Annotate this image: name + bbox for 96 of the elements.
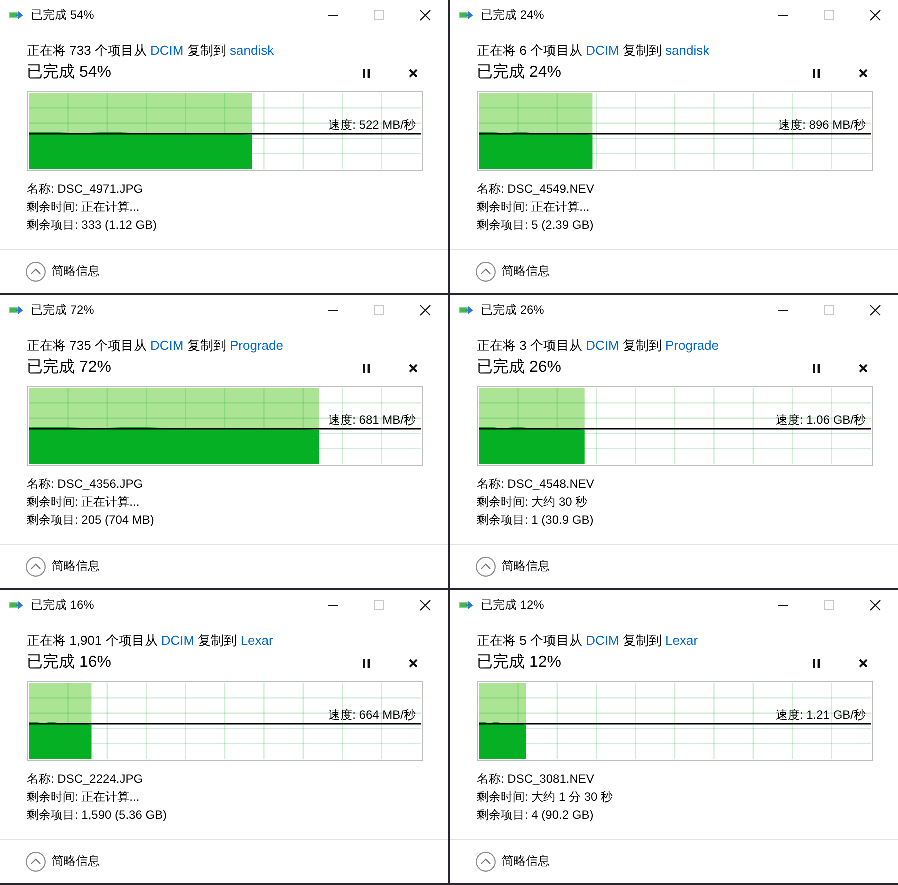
detail-text: 剩余项目: 5 (2.39 GB)	[477, 217, 595, 234]
detail-text: 剩余项目: 205 (704 MB)	[27, 512, 156, 529]
close-icon	[408, 364, 418, 372]
window-title: 已完成 24%	[481, 6, 544, 24]
file-transfer-icon	[459, 600, 473, 610]
detail-text: 剩余时间: 正在计算...	[477, 199, 591, 216]
copy-status-text: 正在将 6 个项目从 DCIM 复制到 sandisk	[477, 42, 711, 59]
close-icon	[420, 600, 430, 610]
fewer-details-button[interactable]: 简略信息	[476, 262, 550, 282]
progress-heading: 已完成 26%	[477, 358, 562, 378]
close-icon	[858, 68, 868, 78]
detail-text: 名称: DSC_4971.JPG	[27, 181, 144, 198]
speed-history-area	[479, 722, 526, 759]
speed-label: 速度: 1.21 GB/秒	[776, 708, 866, 722]
close-icon	[870, 600, 880, 610]
destination-folder-link[interactable]: Lexar	[240, 633, 274, 648]
detail-text: 剩余项目: 1,590 (5.36 GB)	[27, 807, 168, 824]
window-title: 已完成 12%	[481, 596, 544, 614]
maximize-icon	[374, 10, 384, 20]
minimize-icon	[778, 604, 788, 606]
close-icon	[870, 304, 880, 316]
detail-text: 剩余时间: 大约 30 秒	[477, 494, 589, 511]
fewer-details-button[interactable]: 简略信息	[26, 556, 100, 576]
detail-text: 名称: DSC_4549.NEV	[477, 181, 596, 198]
progress-heading: 已完成 54%	[27, 62, 112, 83]
pause-icon	[362, 658, 370, 668]
close-icon	[408, 658, 418, 668]
speed-label: 速度: 522 MB/秒	[328, 118, 416, 132]
close-icon	[408, 68, 418, 78]
detail-text: 剩余时间: 大约 1 分 30 秒	[477, 789, 614, 806]
detail-text: 剩余项目: 1 (30.9 GB)	[477, 512, 595, 529]
source-folder-link[interactable]: DCIM	[150, 338, 184, 353]
speed-label: 速度: 896 MB/秒	[778, 118, 866, 132]
speed-label: 速度: 664 MB/秒	[328, 708, 416, 722]
file-transfer-icon	[459, 10, 473, 20]
detail-text: 名称: DSC_4356.JPG	[27, 476, 144, 493]
progress-heading: 已完成 16%	[27, 652, 112, 673]
copy-status-text: 正在将 735 个项目从 DCIM 复制到 Prograde	[27, 337, 284, 354]
close-icon	[420, 304, 430, 316]
destination-folder-link[interactable]: Prograde	[230, 338, 284, 353]
detail-text: 名称: DSC_4548.NEV	[477, 476, 596, 493]
progress-heading: 已完成 72%	[27, 358, 112, 378]
destination-folder-link[interactable]: sandisk	[230, 43, 274, 58]
detail-text: 剩余项目: 333 (1.12 GB)	[27, 217, 158, 234]
file-transfer-icon	[9, 600, 23, 610]
close-icon	[858, 364, 868, 372]
maximize-icon	[374, 305, 384, 315]
maximize-icon	[824, 305, 834, 315]
source-folder-link[interactable]: DCIM	[586, 338, 620, 353]
destination-folder-link[interactable]: Lexar	[666, 633, 698, 648]
progress-heading: 已完成 12%	[477, 652, 562, 673]
fewer-details-button[interactable]: 简略信息	[26, 262, 100, 282]
detail-text: 名称: DSC_3081.NEV	[477, 771, 596, 788]
window-title: 已完成 54%	[31, 6, 94, 24]
minimize-icon	[328, 604, 338, 606]
destination-folder-link[interactable]: Prograde	[666, 338, 720, 353]
file-transfer-icon	[459, 306, 473, 314]
copy-status-text: 正在将 733 个项目从 DCIM 复制到 sandisk	[27, 42, 276, 59]
pause-icon	[812, 658, 820, 668]
progress-heading: 已完成 24%	[477, 62, 562, 83]
pause-icon	[362, 68, 370, 78]
detail-text: 剩余时间: 正在计算...	[27, 494, 141, 511]
source-folder-link[interactable]: DCIM	[150, 43, 184, 58]
maximize-icon	[824, 600, 834, 610]
source-folder-link[interactable]: DCIM	[586, 43, 620, 58]
pause-icon	[362, 364, 370, 372]
copy-status-text: 正在将 3 个项目从 DCIM 复制到 Prograde	[477, 337, 720, 354]
copy-status-text: 正在将 1,901 个项目从 DCIM 复制到 Lexar	[27, 632, 274, 649]
maximize-icon	[824, 10, 834, 20]
speed-history-area	[29, 722, 92, 759]
close-icon	[870, 10, 880, 20]
minimize-icon	[778, 14, 788, 16]
copy-status-text: 正在将 5 个项目从 DCIM 复制到 Lexar	[477, 632, 700, 649]
minimize-icon	[328, 14, 338, 16]
source-folder-link[interactable]: DCIM	[161, 633, 195, 648]
speed-label: 速度: 681 MB/秒	[328, 413, 416, 427]
detail-text: 名称: DSC_2224.JPG	[27, 771, 144, 788]
fewer-details-button[interactable]: 简略信息	[476, 556, 550, 576]
maximize-icon	[374, 600, 384, 610]
window-title: 已完成 16%	[31, 596, 94, 614]
detail-text: 剩余时间: 正在计算...	[27, 789, 141, 806]
pause-icon	[812, 364, 820, 372]
window-title: 已完成 26%	[481, 302, 544, 318]
destination-folder-link[interactable]: sandisk	[666, 43, 710, 58]
fewer-details-button[interactable]: 简略信息	[476, 852, 550, 872]
pause-icon	[812, 68, 820, 78]
close-icon	[858, 658, 868, 668]
fewer-details-button[interactable]: 简略信息	[26, 852, 100, 872]
speed-label: 速度: 1.06 GB/秒	[776, 413, 866, 427]
detail-text: 剩余时间: 正在计算...	[27, 199, 141, 216]
close-icon	[420, 10, 430, 20]
window-title: 已完成 72%	[31, 302, 94, 318]
detail-text: 剩余项目: 4 (90.2 GB)	[477, 807, 595, 824]
file-transfer-icon	[9, 10, 23, 20]
source-folder-link[interactable]: DCIM	[586, 633, 620, 648]
file-transfer-icon	[9, 306, 23, 314]
